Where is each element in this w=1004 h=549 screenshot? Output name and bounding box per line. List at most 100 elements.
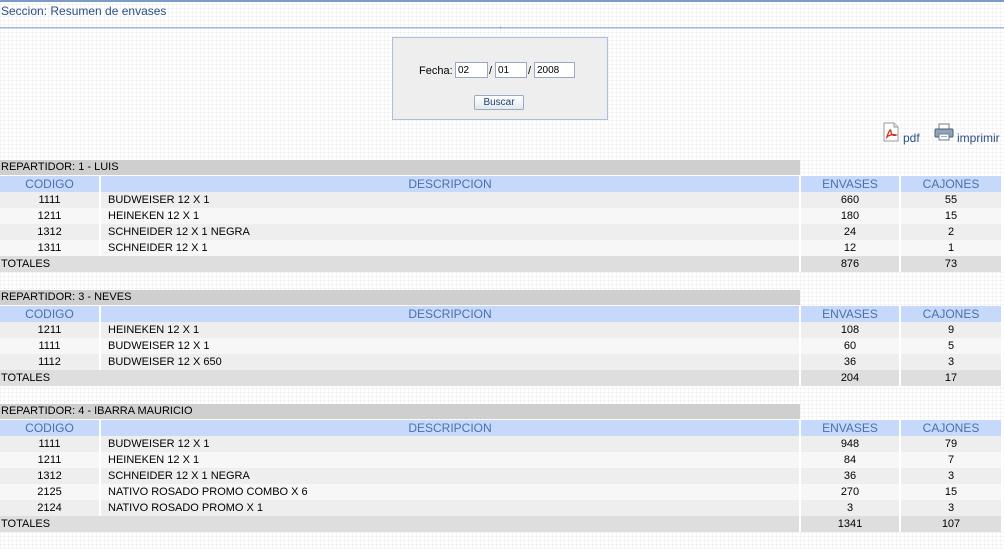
month-input[interactable]: [495, 62, 527, 78]
descripcion-cell: HEINEKEN 12 X 1: [100, 208, 801, 224]
descripcion-cell: NATIVO ROSADO PROMO X 1: [100, 500, 801, 516]
totals-row: TOTALES 204 17: [0, 370, 1003, 386]
envases-cell: 270: [800, 484, 901, 500]
cajones-cell: 3: [900, 354, 1003, 370]
fecha-label: Fecha:: [419, 65, 453, 77]
table-row: 1211 HEINEKEN 12 X 1 180 15: [0, 208, 1003, 224]
cajones-cell: 55: [900, 192, 1003, 208]
repartidor-title: REPARTIDOR: 3 - NEVES: [0, 290, 800, 305]
total-envases: 1341: [800, 516, 901, 532]
header-row: CODIGO DESCRIPCION ENVASES CAJONES: [0, 306, 1003, 322]
header-row: CODIGO DESCRIPCION ENVASES CAJONES: [0, 420, 1003, 436]
totals-row: TOTALES 1341 107: [0, 516, 1003, 532]
codigo-cell: 2124: [0, 500, 101, 516]
descripcion-cell: HEINEKEN 12 X 1: [100, 452, 801, 468]
year-input[interactable]: [534, 62, 575, 78]
envases-cell: 948: [800, 436, 901, 452]
codigo-cell: 1312: [0, 468, 101, 484]
envases-cell: 12: [800, 240, 901, 256]
codigo-cell: 1111: [0, 338, 101, 354]
pdf-export-link[interactable]: pdf: [882, 121, 920, 145]
total-envases: 204: [800, 370, 901, 386]
col-descripcion: DESCRIPCION: [100, 420, 801, 436]
codigo-cell: 1211: [0, 322, 101, 338]
total-cajones: 73: [900, 256, 1003, 272]
table-row: 1111 BUDWEISER 12 X 1 60 5: [0, 338, 1003, 354]
descripcion-cell: BUDWEISER 12 X 650: [100, 354, 801, 370]
totals-label: TOTALES: [0, 516, 801, 532]
table-row: 2124 NATIVO ROSADO PROMO X 1 3 3: [0, 500, 1003, 516]
envases-cell: 3: [800, 500, 901, 516]
table-row: 2125 NATIVO ROSADO PROMO COMBO X 6 270 1…: [0, 484, 1003, 500]
codigo-cell: 2125: [0, 484, 101, 500]
col-cajones: CAJONES: [900, 306, 1003, 322]
date-separator: /: [489, 65, 493, 77]
total-envases: 876: [800, 256, 901, 272]
divider-tick: [500, 26, 501, 29]
cajones-cell: 7: [900, 452, 1003, 468]
day-input[interactable]: [455, 62, 488, 78]
codigo-cell: 1312: [0, 224, 101, 240]
cajones-cell: 2: [900, 224, 1003, 240]
totals-row: TOTALES 876 73: [0, 256, 1003, 272]
table-row: 1312 SCHNEIDER 12 X 1 NEGRA 36 3: [0, 468, 1003, 484]
descripcion-cell: SCHNEIDER 12 X 1: [100, 240, 801, 256]
table-row: 1111 BUDWEISER 12 X 1 948 79: [0, 436, 1003, 452]
cajones-cell: 9: [900, 322, 1003, 338]
print-label: imprimir: [957, 131, 1000, 145]
envases-table: CODIGO DESCRIPCION ENVASES CAJONES 1211 …: [0, 306, 1003, 386]
envases-cell: 180: [800, 208, 901, 224]
table-row: 1112 BUDWEISER 12 X 650 36 3: [0, 354, 1003, 370]
envases-cell: 660: [800, 192, 901, 208]
total-cajones: 17: [900, 370, 1003, 386]
col-codigo: CODIGO: [0, 176, 101, 192]
envases-cell: 108: [800, 322, 901, 338]
cajones-cell: 3: [900, 500, 1003, 516]
section-divider: [0, 27, 1004, 29]
envases-cell: 60: [800, 338, 901, 354]
totals-label: TOTALES: [0, 370, 801, 386]
cajones-cell: 1: [900, 240, 1003, 256]
totals-label: TOTALES: [0, 256, 801, 272]
descripcion-cell: SCHNEIDER 12 X 1 NEGRA: [100, 468, 801, 484]
envases-cell: 36: [800, 468, 901, 484]
col-cajones: CAJONES: [900, 420, 1003, 436]
cajones-cell: 5: [900, 338, 1003, 354]
col-descripcion: DESCRIPCION: [100, 306, 801, 322]
repartidor-title: REPARTIDOR: 1 - LUIS: [0, 160, 800, 175]
descripcion-cell: BUDWEISER 12 X 1: [100, 192, 801, 208]
descripcion-cell: BUDWEISER 12 X 1: [100, 338, 801, 354]
total-cajones: 107: [900, 516, 1003, 532]
envases-cell: 36: [800, 354, 901, 370]
table-row: 1211 HEINEKEN 12 X 1 108 9: [0, 322, 1003, 338]
codigo-cell: 1211: [0, 452, 101, 468]
print-link[interactable]: imprimir: [934, 121, 1000, 145]
col-envases: ENVASES: [800, 420, 901, 436]
pdf-icon: [882, 122, 900, 145]
codigo-cell: 1111: [0, 436, 101, 452]
date-filter-panel: Fecha: / / Buscar: [392, 37, 608, 120]
printer-icon: [934, 122, 954, 145]
descripcion-cell: BUDWEISER 12 X 1: [100, 436, 801, 452]
col-codigo: CODIGO: [0, 306, 101, 322]
envases-cell: 24: [800, 224, 901, 240]
cajones-cell: 79: [900, 436, 1003, 452]
col-descripcion: DESCRIPCION: [100, 176, 801, 192]
buscar-button[interactable]: Buscar: [474, 95, 524, 110]
envases-table: CODIGO DESCRIPCION ENVASES CAJONES 1111 …: [0, 176, 1003, 272]
top-border: [0, 0, 1004, 2]
cajones-cell: 3: [900, 468, 1003, 484]
envases-cell: 84: [800, 452, 901, 468]
cajones-cell: 15: [900, 208, 1003, 224]
codigo-cell: 1311: [0, 240, 101, 256]
descripcion-cell: SCHNEIDER 12 X 1 NEGRA: [100, 224, 801, 240]
table-row: 1311 SCHNEIDER 12 X 1 12 1: [0, 240, 1003, 256]
table-row: 1211 HEINEKEN 12 X 1 84 7: [0, 452, 1003, 468]
repartidor-title: REPARTIDOR: 4 - IBARRA MAURICIO: [0, 404, 800, 419]
col-envases: ENVASES: [800, 306, 901, 322]
col-cajones: CAJONES: [900, 176, 1003, 192]
codigo-cell: 1111: [0, 192, 101, 208]
header-row: CODIGO DESCRIPCION ENVASES CAJONES: [0, 176, 1003, 192]
codigo-cell: 1112: [0, 354, 101, 370]
table-row: 1312 SCHNEIDER 12 X 1 NEGRA 24 2: [0, 224, 1003, 240]
